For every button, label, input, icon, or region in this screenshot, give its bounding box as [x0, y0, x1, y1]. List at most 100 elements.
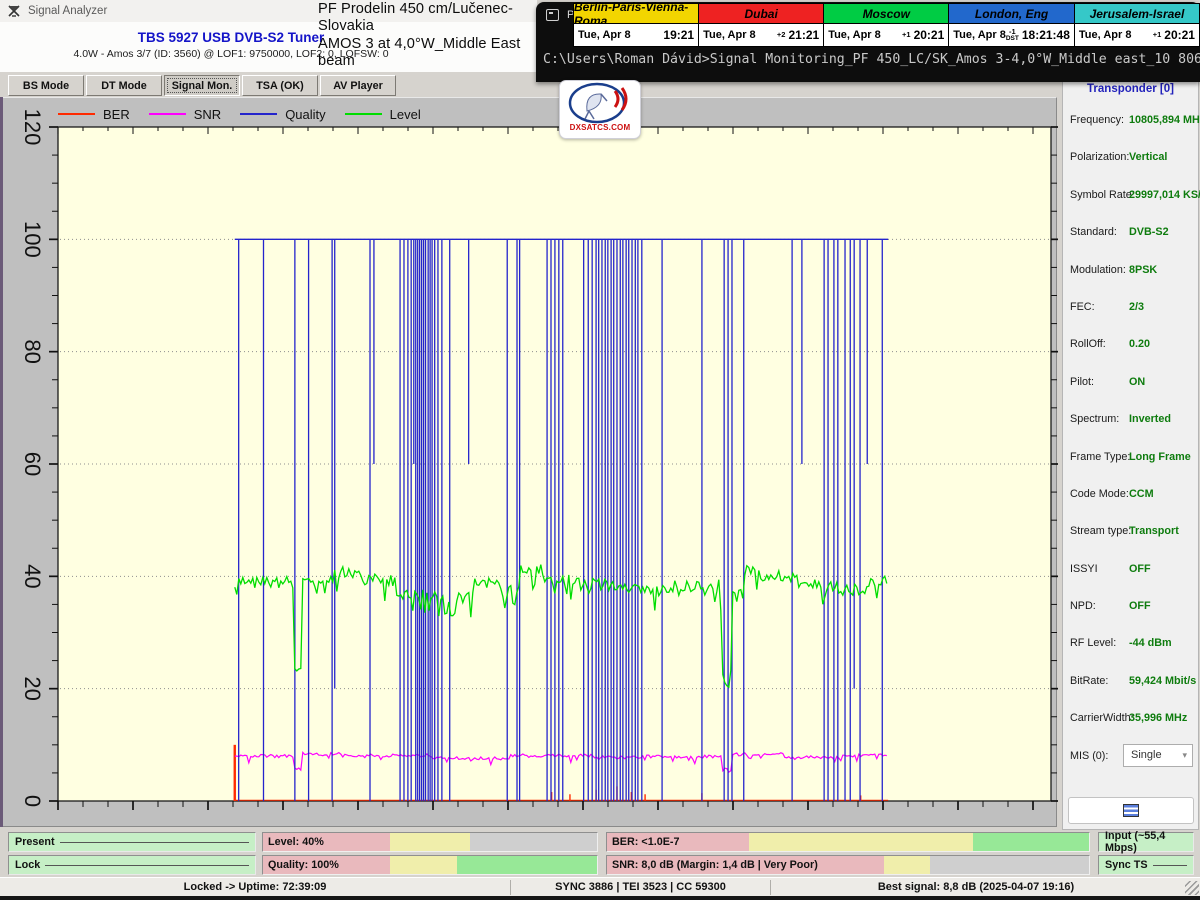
clock-time: 19:21 [663, 28, 694, 42]
clock-dubai[interactable]: DubaiTue, Apr 8+221:21 [699, 4, 824, 46]
param-value: -44 dBm [1129, 637, 1172, 649]
param-label: RollOff: [1070, 338, 1106, 350]
meter-zone [884, 856, 930, 874]
screen-edge [0, 896, 1200, 900]
window-title: Signal Analyzer [28, 5, 107, 17]
clock-utc-offset: +1 [902, 31, 911, 39]
param-label: Frequency: [1070, 114, 1124, 126]
param-value: 59,424 Mbit/s [1129, 675, 1196, 687]
clock-utc-offset: +2 [777, 31, 786, 39]
clock-london-eng[interactable]: London, EngTue, Apr 8-1DST18:21:48 [949, 4, 1075, 46]
svg-text:60: 60 [20, 452, 45, 476]
clock-city: Dubai [699, 4, 823, 24]
tab-bs-mode[interactable]: BS Mode [8, 75, 84, 96]
clock-date: Tue, Apr 8 [828, 29, 881, 41]
clock-time-row: Tue, Apr 8+120:21 [824, 24, 948, 46]
param-value: 0.20 [1129, 338, 1150, 350]
param-row: RF Level:-44 dBm [1063, 625, 1198, 662]
clock-utc-offset: +1 [1153, 31, 1162, 39]
svg-text:120: 120 [20, 109, 45, 146]
parameter-list: Frequency: 10805,894 MHz Polarization:Vert… [1063, 102, 1198, 778]
param-row: NPD:OFF [1063, 588, 1198, 625]
svg-text:40: 40 [20, 564, 45, 588]
clock-city: London, Eng [949, 4, 1074, 24]
meter-zone [390, 833, 470, 851]
param-label: Spectrum: [1070, 413, 1119, 425]
param-row: Stream type:Transport [1063, 513, 1198, 550]
meter-ber: BER: <1.0E-7 [606, 832, 1090, 852]
clock-jerusalem-israel[interactable]: Jerusalem-IsraelTue, Apr 8+120:21 [1075, 4, 1199, 46]
param-row: Modulation:8PSK [1063, 252, 1198, 289]
clock-berlin-paris-vienna-roma[interactable]: Berlin-Paris-Vienna-Roma Tue, Apr 8 19:21 [574, 4, 699, 46]
param-row: CarrierWidth:35,996 MHz [1063, 700, 1198, 737]
console-command-line: C:\Users\Roman Dávid>Signal Monitoring_P… [543, 52, 1195, 67]
meter-zone [973, 833, 1089, 851]
param-row-mis: MIS (0):Single▾ [1063, 738, 1198, 778]
transponder-sidebar: Transponder [0] Frequency: 10805,894 MHz P… [1062, 80, 1199, 830]
signal-chart-panel: BERSNRQualityLevel 020406080100120 [0, 97, 1057, 827]
meter-label: SNR: 8,0 dB (Margin: 1,4 dB | Very Poor) [612, 859, 818, 871]
param-label: Pilot: [1070, 376, 1094, 388]
param-row: Frame Type:Long Frame [1063, 439, 1198, 476]
param-label: BitRate: [1070, 675, 1108, 687]
param-value: OFF [1129, 563, 1151, 575]
mis-value: Single [1131, 749, 1162, 761]
param-value: CCM [1129, 488, 1154, 500]
meter-zone [749, 833, 973, 851]
save-list-icon [1123, 804, 1139, 817]
clock-time-row: Tue, Apr 8 19:21 [574, 24, 698, 46]
param-value: Inverted [1129, 413, 1171, 425]
param-label: Stream type: [1070, 525, 1131, 537]
clock-time: 21:21 [788, 28, 819, 42]
resize-grip[interactable] [1185, 881, 1199, 895]
sidebar-title: Transponder [0] [1063, 83, 1198, 98]
param-row: RollOff: 0.20 [1063, 326, 1198, 363]
clock-city: Jerusalem-Israel [1075, 4, 1199, 24]
cmd-icon [546, 9, 559, 21]
tab-tsa-ok-[interactable]: TSA (OK) [242, 75, 318, 96]
svg-text:100: 100 [20, 221, 45, 258]
param-label: ISSYI [1070, 563, 1098, 575]
param-value: 29997,014 KS/s [1129, 189, 1200, 201]
indicator-present: Present [8, 832, 256, 852]
sidebar-tool-button[interactable] [1068, 797, 1194, 824]
clock-moscow[interactable]: MoscowTue, Apr 8+120:21 [824, 4, 949, 46]
status-uptime: Locked -> Uptime: 72:39:09 [0, 878, 510, 896]
tab-dt-mode[interactable]: DT Mode [86, 75, 162, 96]
clock-time: 18:21:48 [1022, 28, 1070, 42]
signal-chart-plot: 020406080100120 [1, 98, 1058, 828]
tab-av-player[interactable]: AV Player [320, 75, 396, 96]
meter-label: BER: <1.0E-7 [612, 836, 680, 848]
svg-text:20: 20 [20, 676, 45, 700]
param-row: Symbol Rate:29997,014 KS/s [1063, 177, 1198, 214]
meter-label: Level: 40% [268, 836, 324, 848]
window-edge [0, 97, 3, 827]
status-bar: Locked -> Uptime: 72:39:09 SYNC 3886 | T… [0, 877, 1200, 896]
param-label: Polarization: [1070, 151, 1129, 163]
indicator-sync: Sync TS [1098, 855, 1194, 875]
tab-signal-mon-[interactable]: Signal Mon. [164, 75, 240, 96]
meter-label: Quality: 100% [268, 859, 339, 871]
world-clocks: Berlin-Paris-Vienna-Roma Tue, Apr 8 19:21 D… [573, 3, 1200, 47]
logo-text: DXSATCS.COM [570, 123, 631, 132]
param-value: 35,996 MHz [1129, 712, 1187, 724]
param-value: 8PSK [1129, 264, 1157, 276]
clock-date: Tue, Apr 8 [953, 29, 1006, 41]
clock-city: Berlin-Paris-Vienna-Roma [574, 4, 698, 24]
mis-select[interactable]: Single▾ [1123, 744, 1193, 767]
svg-text:80: 80 [20, 339, 45, 363]
meter-zone [390, 856, 457, 874]
clock-time-row: Tue, Apr 8-1DST18:21:48 [949, 24, 1074, 46]
param-label: Frame Type: [1070, 451, 1130, 463]
meter-snr: SNR: 8,0 dB (Margin: 1,4 dB | Very Poor) [606, 855, 1090, 875]
param-value: ON [1129, 376, 1145, 388]
satellite-dish-icon [563, 81, 637, 125]
param-label: Modulation: [1070, 264, 1126, 276]
param-value: 10805,894 MHz [1129, 114, 1200, 126]
param-value: Vertical [1129, 151, 1167, 163]
param-row: Polarization:Vertical [1063, 139, 1198, 176]
param-value: OFF [1129, 600, 1151, 612]
param-label: FEC: [1070, 301, 1095, 313]
clock-date: Tue, Apr 8 [578, 29, 631, 41]
clock-utc-offset: -1DST [1006, 28, 1019, 42]
